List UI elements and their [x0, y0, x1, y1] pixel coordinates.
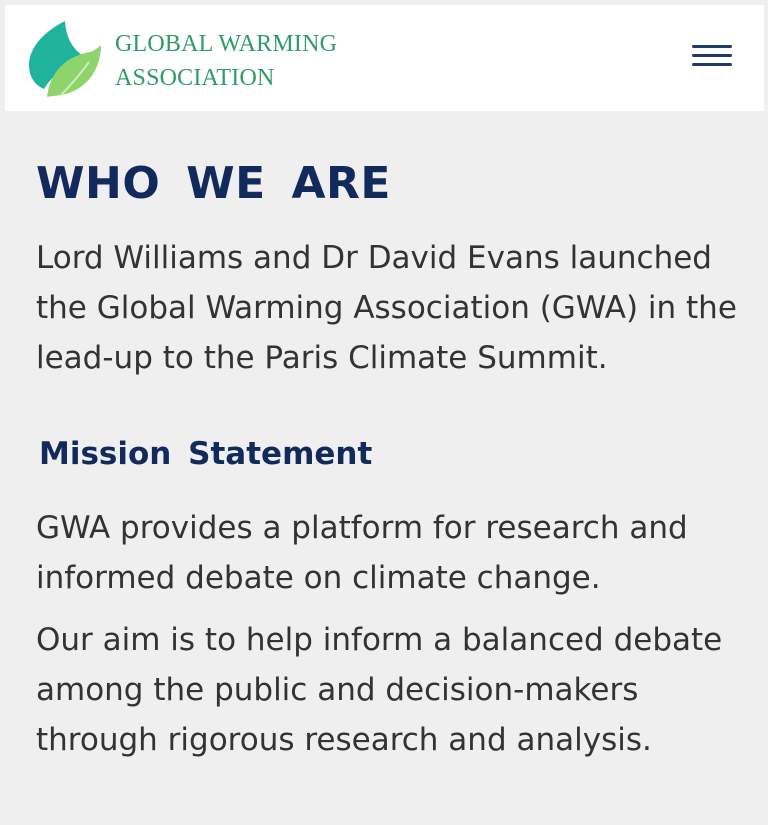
page-title: WHO WE ARE — [36, 158, 391, 209]
logo-line-global-warming: GLOBAL WARMING — [115, 31, 338, 57]
site-header: GLOBAL WARMING ASSOCIATION — [5, 5, 764, 111]
menu-bar — [692, 63, 732, 66]
site-logo-text[interactable]: GLOBAL WARMING ASSOCIATION — [115, 27, 337, 95]
hamburger-menu-icon[interactable] — [686, 38, 734, 74]
mission-paragraph-platform: GWA provides a platform for research and… — [36, 510, 688, 596]
logo-line-association: ASSOCIATION — [115, 65, 275, 91]
menu-bar — [692, 54, 732, 57]
mission-paragraph-aim: Our aim is to help inform a balanced deb… — [36, 622, 723, 758]
menu-bar — [692, 45, 732, 48]
mission-statement-heading: Mission Statement — [39, 436, 373, 472]
intro-paragraph: Lord Williams and Dr David Evans launche… — [36, 240, 737, 376]
leaf-icon[interactable] — [27, 19, 107, 99]
